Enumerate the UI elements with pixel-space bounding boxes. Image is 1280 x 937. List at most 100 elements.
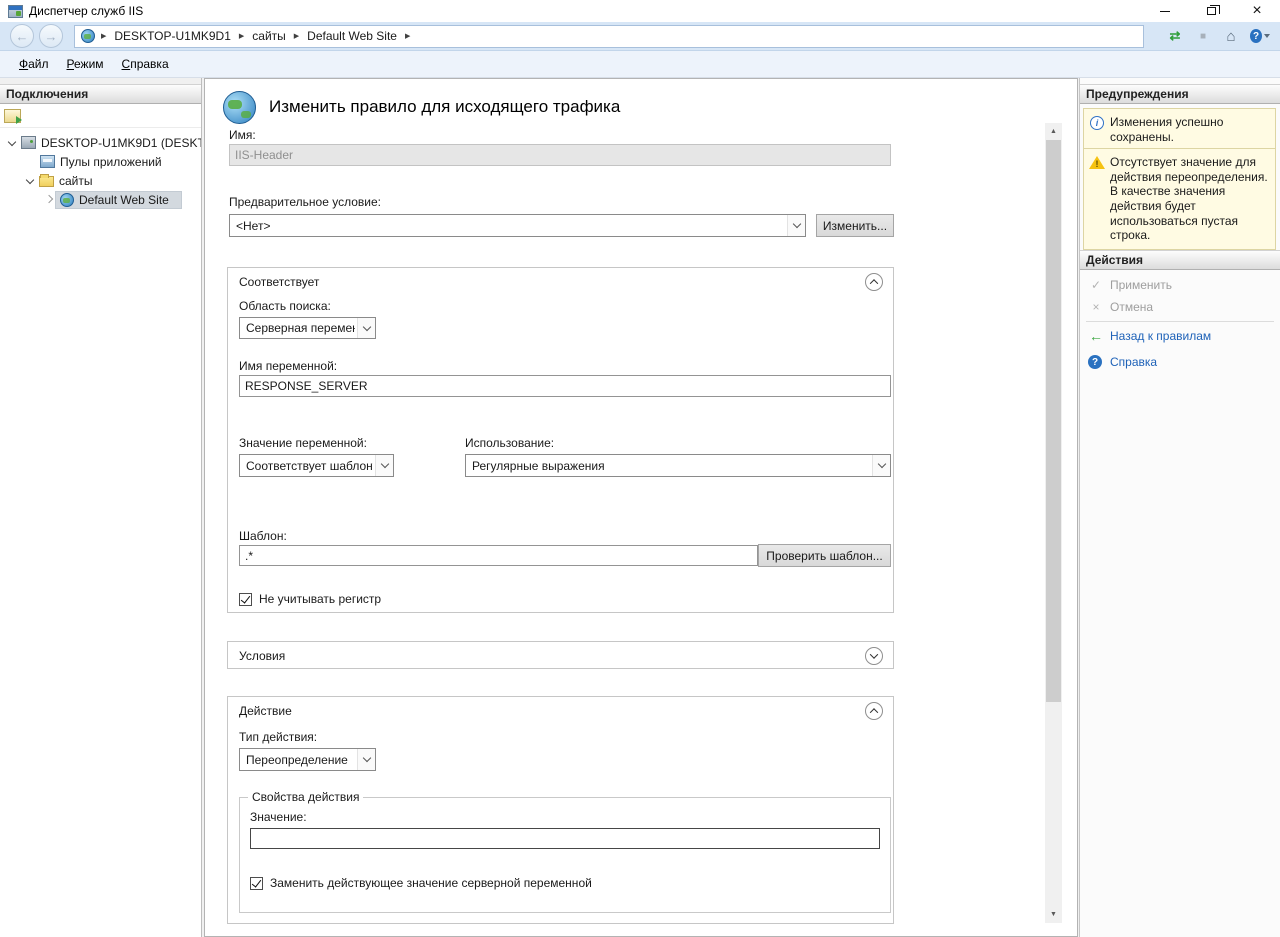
connections-body: DESKTOP-U1MK9D1 (DESKTO Пулы приложений …: [0, 104, 201, 937]
forward-arrow-icon: →: [45, 29, 58, 44]
cancel-action: × Отмена: [1088, 298, 1276, 316]
breadcrumb-item-server[interactable]: DESKTOP-U1MK9D1: [112, 29, 232, 43]
apply-icon: ✓: [1088, 278, 1104, 292]
menu-bar: Файл Режим Справка: [0, 51, 1280, 78]
tree-item-server[interactable]: DESKTOP-U1MK9D1 (DESKTO: [0, 133, 201, 152]
variable-value-select[interactable]: Соответствует шаблону: [239, 454, 394, 477]
chevron-collapsed-icon[interactable]: [42, 193, 55, 206]
chevron-down-icon[interactable]: [872, 455, 890, 476]
tree-item-app-pools[interactable]: Пулы приложений: [0, 152, 201, 171]
folder-icon: [39, 176, 54, 187]
ignore-case-label: Не учитывать регистр: [259, 592, 381, 606]
chevron-expanded-icon[interactable]: [6, 136, 19, 149]
ignore-case-checkbox[interactable]: [239, 593, 252, 606]
pattern-input[interactable]: [239, 545, 758, 566]
alert-info: i Изменения успешно сохранены.: [1083, 108, 1276, 151]
chevron-down-icon[interactable]: [787, 215, 805, 236]
name-input: [229, 144, 891, 166]
cancel-icon: ×: [1088, 300, 1104, 314]
name-label: Имя:: [229, 128, 256, 142]
restore-button[interactable]: [1188, 0, 1234, 22]
scope-label: Область поиска:: [239, 299, 331, 313]
right-panel: Предупреждения i Изменения успешно сохра…: [1079, 78, 1280, 937]
back-button[interactable]: ←: [10, 24, 34, 48]
scroll-down-icon[interactable]: ▼: [1045, 906, 1062, 923]
replace-value-checkbox[interactable]: [250, 877, 263, 890]
breadcrumb-separator: ▶: [294, 32, 299, 40]
close-button[interactable]: ×: [1234, 0, 1280, 22]
refresh-icon[interactable]: ⇄: [1166, 27, 1184, 45]
chevron-down-icon[interactable]: [375, 455, 393, 476]
menu-view[interactable]: Режим: [58, 53, 113, 75]
window-controls: ×: [1142, 0, 1280, 22]
breadcrumb[interactable]: ▶ DESKTOP-U1MK9D1 ▶ сайты ▶ Default Web …: [74, 25, 1144, 48]
minimize-button[interactable]: [1142, 0, 1188, 22]
stop-icon[interactable]: ■: [1194, 27, 1212, 45]
test-pattern-button[interactable]: Проверить шаблон...: [758, 544, 891, 567]
connections-toolbar: [0, 104, 201, 128]
alert-warning: ! Отсутствует значение для действия пере…: [1083, 148, 1276, 250]
breadcrumb-item-sites[interactable]: сайты: [250, 29, 288, 43]
action-type-label: Тип действия:: [239, 730, 317, 744]
site-globe-icon: [81, 29, 95, 43]
address-bar: ← → ▶ DESKTOP-U1MK9D1 ▶ сайты ▶ Default …: [0, 22, 1280, 51]
ignore-case-row: Не учитывать регистр: [239, 592, 381, 606]
variable-name-input[interactable]: [239, 375, 891, 397]
selected-tree-item: Default Web Site: [55, 191, 182, 209]
replace-value-label: Заменить действующее значение серверной …: [270, 876, 592, 890]
chevron-up-icon: [870, 708, 878, 716]
precondition-select[interactable]: <Нет>: [229, 214, 806, 237]
breadcrumb-item-default-web-site[interactable]: Default Web Site: [305, 29, 399, 43]
website-globe-icon: [60, 193, 74, 207]
action-type-select[interactable]: Переопределение: [239, 748, 376, 771]
menu-help[interactable]: Справка: [113, 53, 178, 75]
help-icon[interactable]: ?: [1250, 27, 1270, 45]
scope-select[interactable]: Серверная переменн: [239, 317, 376, 339]
main-content: Изменить правило для исходящего трафика …: [204, 78, 1078, 937]
info-icon: i: [1090, 116, 1104, 130]
chevron-expanded-icon[interactable]: [24, 174, 37, 187]
tree-item-sites[interactable]: сайты: [0, 171, 201, 190]
iis-manager-window: Диспетчер служб IIS × ← → ▶ DESKTOP-U1MK…: [0, 0, 1280, 937]
action-properties-title: Свойства действия: [248, 790, 363, 804]
expand-conditions-button[interactable]: [865, 647, 883, 665]
chevron-down-icon[interactable]: [357, 318, 375, 338]
using-label: Использование:: [465, 436, 554, 450]
app-icon: [8, 5, 23, 18]
chevron-down-icon: [1264, 34, 1270, 38]
page-title: Изменить правило для исходящего трафика: [269, 97, 620, 117]
addressbar-tools: ⇄ ■ ⌂ ?: [1156, 27, 1270, 45]
help-link[interactable]: ? Справка: [1088, 353, 1276, 371]
collapse-action-button[interactable]: [865, 702, 883, 720]
main-scrollbar[interactable]: ▲ ▼: [1045, 123, 1062, 923]
apply-action: ✓ Применить: [1088, 276, 1276, 294]
titlebar: Диспетчер служб IIS ×: [0, 0, 1280, 22]
chevron-down-icon[interactable]: [357, 749, 375, 770]
actions-separator: [1086, 321, 1274, 322]
tree-item-default-web-site[interactable]: Default Web Site: [0, 190, 201, 209]
page-globe-icon: [223, 91, 256, 124]
edit-precondition-button[interactable]: Изменить...: [816, 214, 894, 237]
collapse-match-button[interactable]: [865, 273, 883, 291]
back-to-rules-link[interactable]: ← Назад к правилам: [1088, 327, 1276, 345]
help-label: Справка: [1110, 355, 1157, 369]
breadcrumb-separator: ▶: [239, 32, 244, 40]
alert-info-text: Изменения успешно сохранены.: [1110, 115, 1223, 144]
scroll-up-icon[interactable]: ▲: [1045, 123, 1062, 140]
value-input[interactable]: [250, 828, 880, 849]
conditions-section: Условия: [227, 641, 894, 669]
apply-label: Применить: [1110, 278, 1172, 292]
back-arrow-icon: ←: [1088, 329, 1104, 343]
create-connection-icon[interactable]: [4, 109, 21, 123]
action-section-title: Действие: [239, 704, 292, 718]
home-icon[interactable]: ⌂: [1222, 27, 1240, 45]
connections-tree: DESKTOP-U1MK9D1 (DESKTO Пулы приложений …: [0, 128, 201, 209]
scrollbar-thumb[interactable]: [1046, 140, 1061, 702]
back-to-rules-label: Назад к правилам: [1110, 329, 1211, 343]
using-select[interactable]: Регулярные выражения: [465, 454, 891, 477]
menu-file[interactable]: Файл: [10, 53, 58, 75]
value-label: Значение:: [250, 810, 307, 824]
server-icon: [21, 136, 36, 149]
chevron-up-icon: [870, 279, 878, 287]
forward-button[interactable]: →: [39, 24, 63, 48]
